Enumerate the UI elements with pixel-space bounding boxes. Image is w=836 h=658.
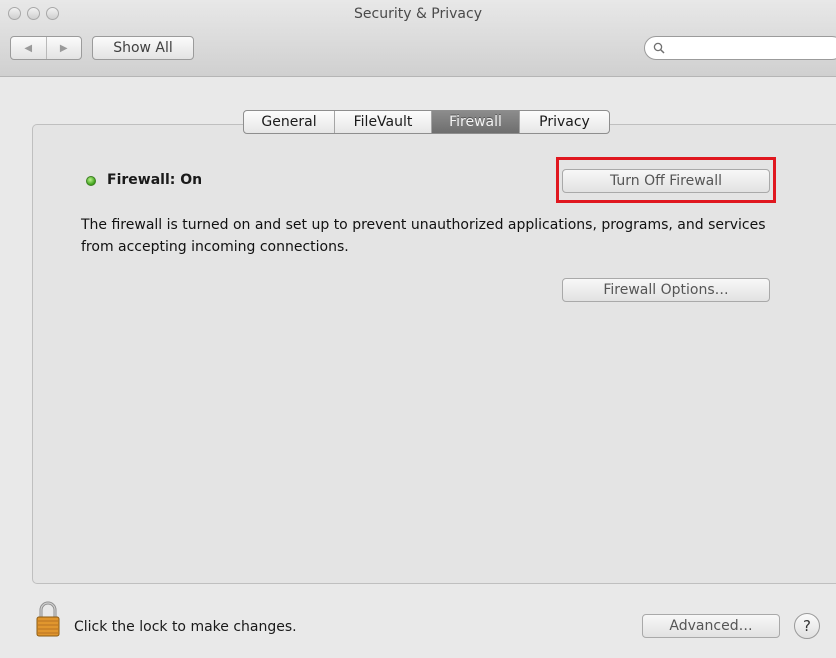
back-forward-control: ◀ ▶ — [10, 36, 82, 60]
status-dot-icon — [86, 176, 96, 186]
lock-icon[interactable] — [36, 601, 60, 637]
turn-off-firewall-button[interactable]: Turn Off Firewall — [562, 169, 770, 193]
search-input[interactable] — [669, 40, 836, 56]
window-title: Security & Privacy — [354, 6, 482, 22]
title-bar: Security & Privacy ◀ ▶ Show All — [0, 0, 836, 77]
forward-arrow-icon[interactable]: ▶ — [45, 37, 82, 59]
search-field[interactable] — [644, 36, 836, 60]
firewall-status-label: Firewall: On — [107, 172, 203, 188]
tab-privacy[interactable]: Privacy — [519, 111, 609, 133]
help-icon[interactable]: ? — [794, 613, 820, 639]
tab-bar: General FileVault Firewall Privacy — [243, 110, 610, 134]
tab-general[interactable]: General — [244, 111, 334, 133]
lock-instruction-text: Click the lock to make changes. — [74, 619, 297, 635]
advanced-button[interactable]: Advanced… — [642, 614, 780, 638]
firewall-options-button[interactable]: Firewall Options… — [562, 278, 770, 302]
back-arrow-icon[interactable]: ◀ — [11, 37, 46, 59]
tab-filevault[interactable]: FileVault — [334, 111, 431, 133]
firewall-description: The firewall is turned on and set up to … — [81, 217, 766, 255]
search-icon — [653, 42, 665, 54]
tab-firewall[interactable]: Firewall — [431, 111, 519, 133]
show-all-button[interactable]: Show All — [92, 36, 194, 60]
